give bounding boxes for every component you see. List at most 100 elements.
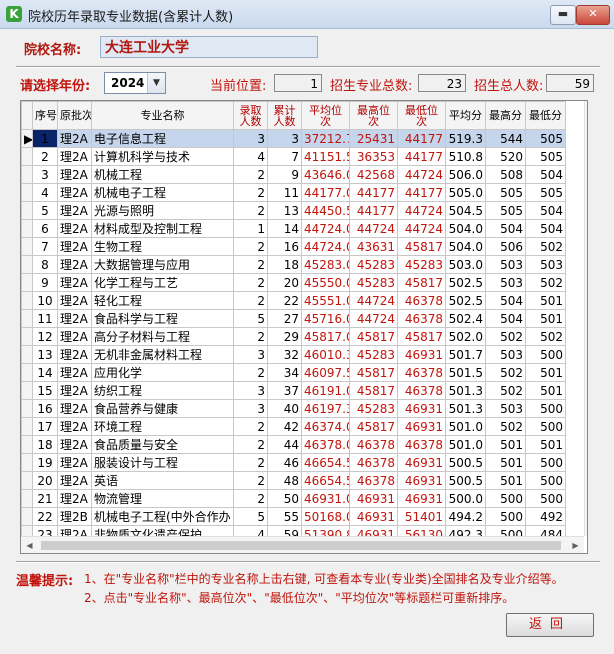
table-row[interactable]: 15 理2A 纺织工程 3 37 46191.0 45817 46378 501.3 502 501 xyxy=(21,381,566,400)
row-indicator xyxy=(21,273,33,292)
cell-major-name[interactable]: 化学工程与工艺 xyxy=(91,273,234,292)
cell-avg-score: 501.7 xyxy=(445,345,486,364)
horizontal-scrollbar[interactable]: ◀ ▶ xyxy=(21,536,584,553)
col-header-batch[interactable]: 原批次 xyxy=(57,101,92,130)
cell-major-name[interactable]: 机械工程 xyxy=(91,165,234,184)
table-row[interactable]: 18 理2A 食品质量与安全 2 44 46378.0 46378 46378 501.0 501… xyxy=(21,435,566,454)
cell-major-name[interactable]: 食品质量与安全 xyxy=(91,435,234,454)
row-indicator xyxy=(21,453,33,472)
cell-major-name[interactable]: 轻化工程 xyxy=(91,291,234,310)
col-header-avg-score[interactable]: 平均分 xyxy=(445,101,486,130)
cell-major-name[interactable]: 服装设计与工程 xyxy=(91,453,234,472)
cell-major-name[interactable]: 纺织工程 xyxy=(91,381,234,400)
cell-major-name[interactable]: 光源与照明 xyxy=(91,201,234,220)
cell-avg-score: 505.0 xyxy=(445,183,486,202)
cell-major-name[interactable]: 无机非金属材料工程 xyxy=(91,345,234,364)
cell-min-rank: 45283 xyxy=(397,255,446,274)
table-row[interactable]: 19 理2A 服装设计与工程 2 46 46654.5 46378 46931 500.5 501… xyxy=(21,453,566,472)
cell-major-name[interactable]: 机械电子工程(中外合作办 xyxy=(91,507,234,526)
close-button[interactable]: ✕ xyxy=(576,5,610,25)
cell-avg-rank: 43646.0 xyxy=(301,165,350,184)
table-row[interactable]: 16 理2A 食品营养与健康 3 40 46197.3 45283 46931 501.3 503… xyxy=(21,399,566,418)
cell-major-name[interactable]: 材料成型及控制工程 xyxy=(91,219,234,238)
table-row[interactable]: 7 理2A 生物工程 2 16 44724.0 43631 45817 504.0 506 502 xyxy=(21,237,566,256)
scroll-up-icon[interactable]: ▲ xyxy=(585,101,587,118)
minimize-button[interactable]: ▬ xyxy=(550,5,576,25)
col-header-major-name[interactable]: 专业名称 xyxy=(91,101,234,130)
table-row[interactable]: 8 理2A 大数据管理与应用 2 18 45283.0 45283 45283 503.0 503… xyxy=(21,255,566,274)
cell-index: 9 xyxy=(32,273,58,292)
cell-major-name[interactable]: 高分子材料与工程 xyxy=(91,327,234,346)
cell-max-score: 501 xyxy=(485,435,526,454)
cell-index: 8 xyxy=(32,255,58,274)
col-header-index[interactable]: 序号 xyxy=(32,101,58,130)
table-row[interactable]: 20 理2A 英语 2 48 46654.5 46378 46931 500.5 501 500 xyxy=(21,471,566,490)
row-indicator xyxy=(21,165,33,184)
cell-max-rank: 46378 xyxy=(349,435,398,454)
table-row[interactable]: 21 理2A 物流管理 2 50 46931.0 46931 46931 500.0 500 500 xyxy=(21,489,566,508)
table-row[interactable]: 5 理2A 光源与照明 2 13 44450.5 44177 44724 504.5 505 504 xyxy=(21,201,566,220)
scroll-right-icon[interactable]: ▶ xyxy=(567,537,584,553)
table-row[interactable]: 14 理2A 应用化学 2 34 46097.5 45817 46378 501.5 502 501 xyxy=(21,363,566,382)
col-header-avg-rank[interactable]: 平均位次 xyxy=(301,101,350,130)
col-header-max-rank[interactable]: 最高位次 xyxy=(349,101,398,130)
cell-major-name[interactable]: 电子信息工程 xyxy=(91,129,234,148)
table-row[interactable]: 3 理2A 机械工程 2 9 43646.0 42568 44724 506.0 508 504 xyxy=(21,165,566,184)
col-header-admitted[interactable]: 录取人数 xyxy=(233,101,268,130)
horizontal-scroll-thumb[interactable] xyxy=(41,541,561,550)
cell-batch: 理2A xyxy=(57,201,92,220)
cell-cumulative: 22 xyxy=(267,291,302,310)
position-label: 当前位置: xyxy=(210,79,267,94)
col-header-cumulative[interactable]: 累计人数 xyxy=(267,101,302,130)
cell-major-name[interactable]: 食品营养与健康 xyxy=(91,399,234,418)
cell-min-rank: 45817 xyxy=(397,273,446,292)
cell-max-rank: 46378 xyxy=(349,471,398,490)
table-row[interactable]: 12 理2A 高分子材料与工程 2 29 45817.0 45817 45817 502.0 50… xyxy=(21,327,566,346)
data-grid[interactable]: 序号 原批次 专业名称 录取人数 累计人数 平均位次 最高位次 最低位次 平均分… xyxy=(20,100,588,554)
cell-major-name[interactable]: 生物工程 xyxy=(91,237,234,256)
cell-major-name[interactable]: 大数据管理与应用 xyxy=(91,255,234,274)
scroll-left-icon[interactable]: ◀ xyxy=(21,537,38,553)
table-row[interactable]: ▶ 1 理2A 电子信息工程 3 3 37212.7 25431 44177 519.3 544 50… xyxy=(21,129,566,148)
cell-avg-rank: 45550.0 xyxy=(301,273,350,292)
table-row[interactable]: 2 理2A 计算机科学与技术 4 7 41151.5 36353 44177 510.8 520 5… xyxy=(21,147,566,166)
vertical-scrollbar[interactable]: ▲ ▼ xyxy=(584,101,587,536)
col-header-max-score[interactable]: 最高分 xyxy=(485,101,526,130)
table-row[interactable]: 11 理2A 食品科学与工程 5 27 45716.0 44724 46378 502.4 504… xyxy=(21,309,566,328)
major-table: 序号 原批次 专业名称 录取人数 累计人数 平均位次 最高位次 最低位次 平均分… xyxy=(21,101,566,544)
cell-max-score: 504 xyxy=(485,291,526,310)
table-row[interactable]: 10 理2A 轻化工程 2 22 45551.0 44724 46378 502.5 504 501 xyxy=(21,291,566,310)
cell-index: 13 xyxy=(32,345,58,364)
cell-cumulative: 32 xyxy=(267,345,302,364)
col-header-min-score[interactable]: 最低分 xyxy=(525,101,566,130)
table-row[interactable]: 13 理2A 无机非金属材料工程 3 32 46010.3 45283 46931 501.7 5… xyxy=(21,345,566,364)
cell-max-rank: 46378 xyxy=(349,453,398,472)
table-row[interactable]: 6 理2A 材料成型及控制工程 1 14 44724.0 44724 44724 504.0 50… xyxy=(21,219,566,238)
cell-major-name[interactable]: 物流管理 xyxy=(91,489,234,508)
cell-major-name[interactable]: 环境工程 xyxy=(91,417,234,436)
year-select[interactable]: 2024 ▼ xyxy=(104,72,166,94)
cell-major-name[interactable]: 机械电子工程 xyxy=(91,183,234,202)
cell-major-name[interactable]: 食品科学与工程 xyxy=(91,309,234,328)
table-row[interactable]: 22 理2B 机械电子工程(中外合作办 5 55 50168.0 46931 51401 494… xyxy=(21,507,566,526)
scroll-down-icon[interactable]: ▼ xyxy=(585,519,587,536)
cell-major-name[interactable]: 应用化学 xyxy=(91,363,234,382)
cell-min-score: 500 xyxy=(525,399,566,418)
back-button[interactable]: 返回 xyxy=(506,613,594,637)
cell-avg-rank: 46191.0 xyxy=(301,381,350,400)
table-row[interactable]: 4 理2A 机械电子工程 2 11 44177.0 44177 44177 505.0 505 50… xyxy=(21,183,566,202)
cell-avg-score: 501.0 xyxy=(445,417,486,436)
cell-max-score: 504 xyxy=(485,219,526,238)
col-header-min-rank[interactable]: 最低位次 xyxy=(397,101,446,130)
cell-major-name[interactable]: 英语 xyxy=(91,471,234,490)
cell-avg-rank: 44177.0 xyxy=(301,183,350,202)
table-row[interactable]: 17 理2A 环境工程 2 42 46374.0 45817 46931 501.0 502 500 xyxy=(21,417,566,436)
cell-max-score: 500 xyxy=(485,507,526,526)
chevron-down-icon[interactable]: ▼ xyxy=(147,73,165,93)
cell-admitted: 2 xyxy=(233,165,268,184)
total-people-value: 59 xyxy=(546,74,594,92)
row-indicator xyxy=(21,291,33,310)
cell-major-name[interactable]: 计算机科学与技术 xyxy=(91,147,234,166)
cell-batch: 理2A xyxy=(57,399,92,418)
table-row[interactable]: 9 理2A 化学工程与工艺 2 20 45550.0 45283 45817 502.5 503 5… xyxy=(21,273,566,292)
